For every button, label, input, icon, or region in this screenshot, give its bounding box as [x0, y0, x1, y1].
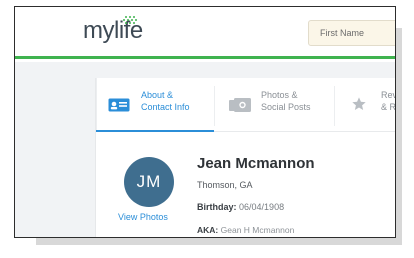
aka-value: Gean H Mcmannon [220, 225, 295, 235]
tab-about-contact-info-label: About & Contact Info [141, 90, 190, 112]
person-birthday: Birthday: 06/04/1908 [197, 202, 284, 212]
tab-reviews-label: Rev & R [381, 90, 396, 112]
birthday-value: 06/04/1908 [239, 202, 285, 212]
id-card-icon [108, 98, 130, 117]
profile-tabs: About & Contact Info Photos & Social Pos… [96, 78, 396, 132]
person-aka: AKA: Gean H Mcmannon [197, 225, 294, 235]
star-icon [351, 96, 367, 117]
first-name-search-input[interactable]: First Name [308, 20, 395, 46]
view-photos-link[interactable]: View Photos [118, 212, 168, 222]
browser-card: mylife First Name About & Contact Info P… [14, 6, 396, 238]
screenshot-stage: mylife First Name About & Contact Info P… [0, 0, 414, 258]
logo-dots-icon [119, 16, 143, 28]
site-header: mylife First Name [15, 7, 395, 59]
person-name: Jean Mcmannon [197, 155, 315, 172]
page-body: About & Contact Info Photos & Social Pos… [15, 62, 396, 237]
person-location: Thomson, GA [197, 180, 253, 190]
profile-panel: About & Contact Info Photos & Social Pos… [95, 78, 396, 237]
aka-label: AKA: [197, 225, 219, 235]
tab-photos-social-posts-label: Photos & Social Posts [261, 90, 311, 112]
tab-reviews[interactable]: Rev & R [335, 78, 396, 132]
birthday-label: Birthday: [197, 202, 237, 212]
tab-about-contact-info[interactable]: About & Contact Info [96, 78, 214, 132]
tab-photos-social-posts[interactable]: Photos & Social Posts [215, 78, 334, 132]
photos-icon [229, 98, 251, 117]
avatar[interactable]: JM [124, 157, 174, 207]
